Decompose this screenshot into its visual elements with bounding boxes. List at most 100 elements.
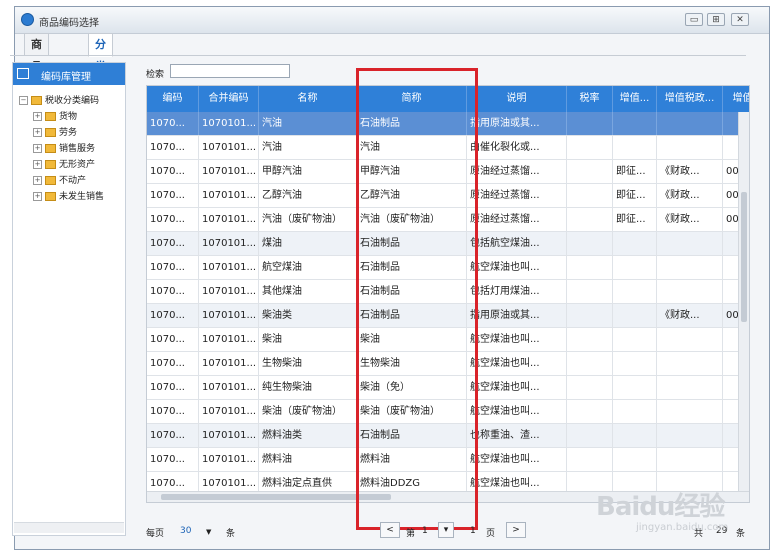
table-cell: 1070101... bbox=[199, 112, 259, 135]
table-cell: 柴油类 bbox=[259, 304, 357, 327]
close-button[interactable]: ✕ bbox=[731, 13, 749, 26]
page-dropdown-icon[interactable]: ▾ bbox=[438, 522, 454, 538]
column-header[interactable]: 名称 bbox=[259, 86, 357, 112]
dropdown-icon[interactable]: ▼ bbox=[206, 528, 211, 536]
table-cell: 1070... bbox=[147, 400, 199, 423]
table-cell bbox=[613, 280, 657, 303]
table-cell: 1070... bbox=[147, 160, 199, 183]
column-header[interactable]: 说明 bbox=[467, 86, 567, 112]
column-header[interactable]: 税率 bbox=[567, 86, 613, 112]
table-cell: 原油经过蒸馏... bbox=[467, 208, 567, 231]
tree-node-no-sales[interactable]: + 未发生销售 bbox=[33, 189, 104, 202]
table-cell: 1070101... bbox=[199, 136, 259, 159]
maximize-button[interactable]: ⊞ bbox=[707, 13, 725, 26]
table-cell: 1070... bbox=[147, 376, 199, 399]
table-cell: 航空煤油也叫... bbox=[467, 256, 567, 279]
tree-node-label: 税收分类编码 bbox=[45, 96, 100, 106]
folder-icon bbox=[45, 128, 56, 137]
folder-icon bbox=[45, 144, 56, 153]
title-bar: 商品编码选择 ▭ ⊞ ✕ bbox=[15, 7, 769, 34]
table-cell: 1070... bbox=[147, 112, 199, 135]
panel-header[interactable]: 编码库管理 bbox=[13, 63, 125, 85]
expand-icon[interactable]: + bbox=[33, 144, 42, 153]
collapse-icon[interactable]: − bbox=[19, 96, 28, 105]
column-header[interactable]: 增值税政... bbox=[657, 86, 723, 112]
expand-icon[interactable]: + bbox=[33, 112, 42, 121]
table-cell: 即征... bbox=[613, 184, 657, 207]
table-cell: 由催化裂化或... bbox=[467, 136, 567, 159]
vertical-scrollbar[interactable] bbox=[738, 112, 749, 492]
table-cell: 汽油 bbox=[259, 136, 357, 159]
tab-product-code[interactable]: 商品编码 bbox=[24, 33, 49, 117]
tree-node-real-estate[interactable]: + 不动产 bbox=[33, 173, 86, 186]
expand-icon[interactable]: + bbox=[33, 128, 42, 137]
table-cell bbox=[657, 232, 723, 255]
tree-node-labor[interactable]: + 劳务 bbox=[33, 125, 77, 138]
table-cell bbox=[567, 136, 613, 159]
table-cell: 甲醇汽油 bbox=[259, 160, 357, 183]
table-cell bbox=[613, 424, 657, 447]
expand-icon[interactable]: + bbox=[33, 192, 42, 201]
column-header[interactable]: 增值... bbox=[613, 86, 657, 112]
tree-node-goods[interactable]: + 货物 bbox=[33, 109, 78, 122]
table-cell bbox=[567, 352, 613, 375]
table-cell: 柴油（废矿物油） bbox=[259, 400, 357, 423]
table-cell: 也称重油、渣... bbox=[467, 424, 567, 447]
scroll-thumb[interactable] bbox=[741, 192, 747, 322]
table-cell: 1070101... bbox=[199, 184, 259, 207]
folder-icon bbox=[31, 96, 42, 105]
per-page-label: 每页 bbox=[146, 529, 165, 539]
table-cell bbox=[567, 376, 613, 399]
table-cell: 1070101... bbox=[199, 280, 259, 303]
table-cell: 1070... bbox=[147, 328, 199, 351]
highlight-box bbox=[356, 68, 478, 530]
column-header[interactable]: 合并编码 bbox=[199, 86, 259, 112]
table-cell bbox=[657, 424, 723, 447]
table-cell bbox=[567, 160, 613, 183]
table-cell bbox=[567, 424, 613, 447]
tree-node-root[interactable]: − 税收分类编码 bbox=[19, 93, 100, 106]
panel-horizontal-scrollbar[interactable] bbox=[14, 522, 124, 533]
table-cell: 1070101... bbox=[199, 424, 259, 447]
per-page-select[interactable]: 30 bbox=[180, 526, 191, 536]
table-cell: 1070101... bbox=[199, 328, 259, 351]
table-cell bbox=[657, 328, 723, 351]
search-input[interactable] bbox=[170, 64, 290, 78]
table-cell bbox=[567, 280, 613, 303]
table-cell bbox=[657, 448, 723, 471]
prev-page-button[interactable]: < bbox=[380, 522, 400, 538]
column-header[interactable]: 编码 bbox=[147, 86, 199, 112]
expand-icon[interactable]: + bbox=[33, 176, 42, 185]
table-cell bbox=[613, 352, 657, 375]
folder-icon bbox=[45, 112, 56, 121]
table-cell: 1070... bbox=[147, 208, 199, 231]
table-cell: 1070101... bbox=[199, 232, 259, 255]
table-cell: 1070... bbox=[147, 424, 199, 447]
table-cell: 生物柴油 bbox=[259, 352, 357, 375]
table-cell bbox=[613, 256, 657, 279]
page-number: 1 bbox=[422, 526, 428, 536]
table-cell: 乙醇汽油 bbox=[259, 184, 357, 207]
per-page-unit: 条 bbox=[226, 529, 236, 539]
next-page-button[interactable]: > bbox=[506, 522, 526, 538]
tree-node-label: 货物 bbox=[59, 112, 78, 122]
tree-node-intangible-assets[interactable]: + 无形资产 bbox=[33, 157, 95, 170]
expand-icon[interactable]: + bbox=[33, 160, 42, 169]
table-cell: 1070... bbox=[147, 232, 199, 255]
table-cell: 包括灯用煤油... bbox=[467, 280, 567, 303]
tree-node-sales-services[interactable]: + 销售服务 bbox=[33, 141, 95, 154]
table-cell: 1070... bbox=[147, 448, 199, 471]
tab-category-code[interactable]: 分类编码 bbox=[88, 33, 113, 117]
table-cell bbox=[657, 352, 723, 375]
table-cell: 1070101... bbox=[199, 256, 259, 279]
tab-divider bbox=[10, 55, 746, 56]
table-cell: 1070101... bbox=[199, 304, 259, 327]
table-cell: 包括航空煤油... bbox=[467, 232, 567, 255]
record-unit: 条 bbox=[736, 529, 746, 539]
column-header[interactable]: 增值 bbox=[723, 86, 749, 112]
table-cell bbox=[657, 256, 723, 279]
minimize-button[interactable]: ▭ bbox=[685, 13, 703, 26]
table-cell bbox=[567, 448, 613, 471]
code-library-panel: 编码库管理 − 税收分类编码 + 货物 + 劳务 + 销售服务 + 无形资产 + 不动产 +… bbox=[12, 62, 126, 536]
total-pages: 1 bbox=[470, 526, 476, 536]
